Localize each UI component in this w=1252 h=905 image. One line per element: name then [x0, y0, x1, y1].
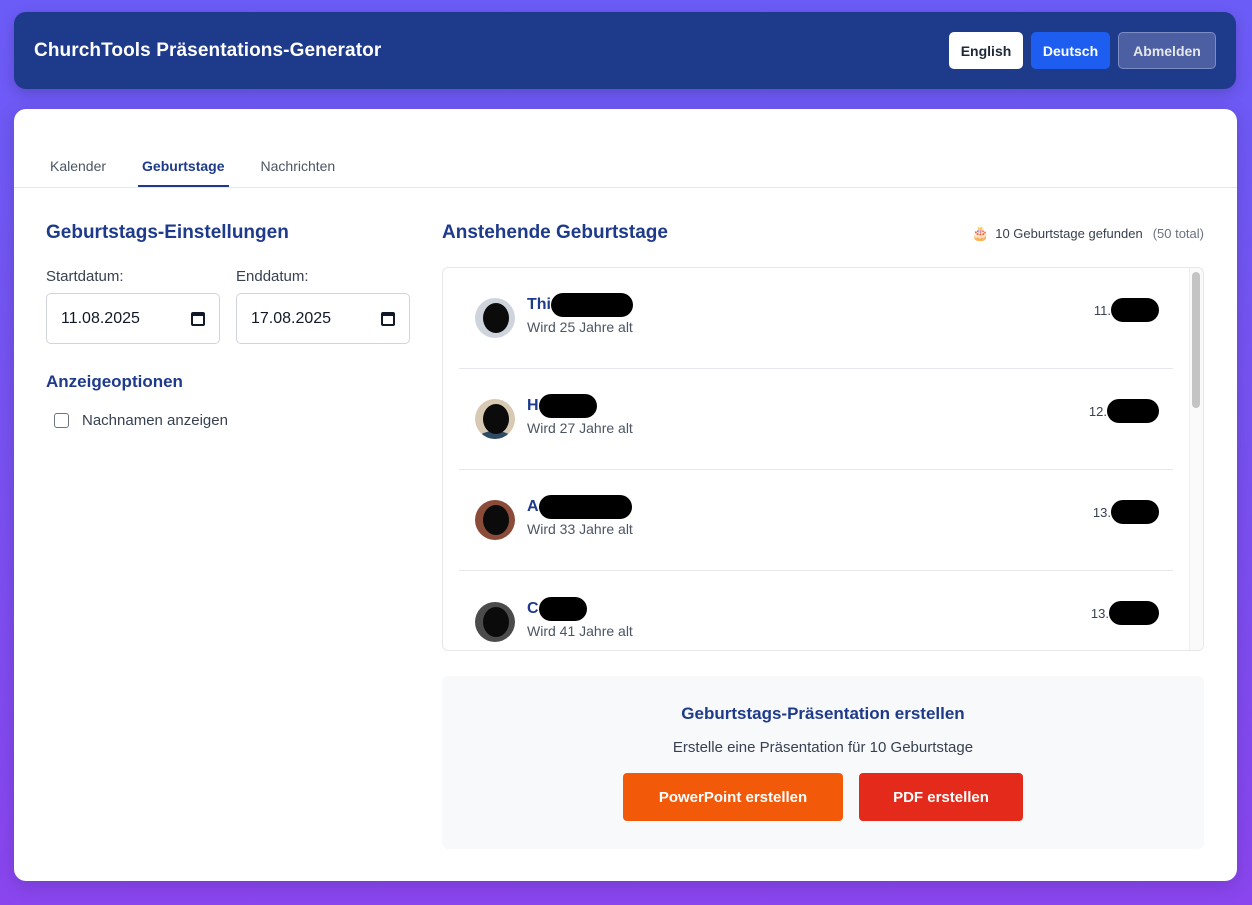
list-item: C Wird 41 Jahre alt 13. — [459, 571, 1173, 650]
cake-icon: 🎂 — [971, 224, 990, 241]
redaction — [1111, 298, 1159, 322]
english-button[interactable]: English — [949, 32, 1023, 69]
birthday-date: 13. — [1093, 500, 1159, 524]
redaction — [538, 495, 632, 519]
header-actions: English Deutsch Abmelden — [949, 32, 1216, 69]
birthday-date-text: 13. — [1090, 605, 1109, 621]
redaction — [1107, 399, 1159, 423]
logout-button[interactable]: Abmelden — [1118, 32, 1216, 69]
tab-nachrichten[interactable]: Nachrichten — [257, 158, 340, 187]
scrollbar-thumb[interactable] — [1192, 272, 1200, 408]
start-date-value: 11.08.2025 — [61, 309, 140, 327]
end-date-input[interactable]: 17.08.2025 — [236, 293, 410, 344]
start-date-label: Startdatum: — [46, 268, 124, 285]
birthday-date: 13. — [1091, 601, 1159, 625]
settings-title: Geburtstags-Einstellungen — [46, 222, 289, 243]
person-age: Wird 27 Jahre alt — [527, 420, 633, 436]
list-item: A Wird 33 Jahre alt 13. — [459, 470, 1173, 571]
list-item: Thi Wird 25 Jahre alt 11. — [459, 268, 1173, 369]
tab-bar: Kalender Geburtstage Nachrichten — [14, 109, 1237, 188]
app-header: ChurchTools Präsentations-Generator Engl… — [14, 12, 1236, 89]
create-actions: PowerPoint erstellen PDF erstellen — [442, 773, 1204, 821]
person-name-text: H — [527, 397, 539, 414]
person-name-text: Thi — [527, 296, 551, 313]
person-name-text: A — [527, 498, 539, 515]
person-name: Thi — [527, 293, 633, 317]
deutsch-button[interactable]: Deutsch — [1031, 32, 1110, 69]
calendar-icon[interactable] — [191, 311, 205, 326]
person-age: Wird 25 Jahre alt — [527, 319, 633, 335]
birthdays-title: Anstehende Geburtstage — [442, 222, 668, 243]
tab-geburtstage[interactable]: Geburtstage — [138, 158, 229, 187]
person-name: H — [527, 394, 633, 418]
show-lastname-checkbox[interactable] — [54, 413, 69, 428]
birthday-date-text: 12. — [1088, 403, 1107, 419]
avatar — [475, 601, 515, 642]
calendar-icon[interactable] — [381, 311, 395, 326]
create-presentation-panel: Geburtstags-Präsentation erstellen Erste… — [442, 676, 1204, 849]
birthdays-header: Anstehende Geburtstage 🎂 10 Geburtstage … — [442, 222, 1204, 244]
avatar — [475, 399, 515, 439]
create-pdf-button[interactable]: PDF erstellen — [859, 773, 1023, 821]
create-powerpoint-button[interactable]: PowerPoint erstellen — [623, 773, 843, 821]
avatar — [475, 500, 515, 540]
tab-kalender[interactable]: Kalender — [46, 158, 110, 187]
end-date-label: Enddatum: — [236, 268, 309, 285]
person-name: C — [527, 596, 633, 621]
start-date-group: Startdatum: 11.08.2025 — [46, 268, 220, 344]
person-age: Wird 41 Jahre alt — [527, 622, 633, 639]
settings-panel: Geburtstags-Einstellungen Startdatum: 11… — [46, 222, 410, 429]
birthday-date: 12. — [1089, 399, 1159, 423]
birthdays-panel: Anstehende Geburtstage 🎂 10 Geburtstage … — [442, 222, 1204, 651]
app-title: ChurchTools Präsentations-Generator — [34, 39, 382, 61]
date-row: Startdatum: 11.08.2025 Enddatum: 17.08.2… — [46, 268, 410, 344]
redaction — [1109, 601, 1159, 625]
create-subtitle: Erstelle eine Präsentation für 10 Geburt… — [672, 739, 974, 756]
person-name-text: C — [527, 599, 539, 617]
person-age: Wird 33 Jahre alt — [527, 521, 633, 537]
birthday-date: 11. — [1094, 298, 1159, 322]
list-scrollbar[interactable] — [1189, 268, 1203, 650]
avatar — [475, 298, 515, 338]
create-title: Geburtstags-Präsentation erstellen — [681, 704, 965, 723]
birthday-count: 🎂 10 Geburtstage gefunden (50 total) — [972, 225, 1204, 242]
redaction — [1111, 500, 1159, 524]
redaction — [551, 293, 633, 317]
options-title: Anzeigeoptionen — [46, 372, 183, 391]
total-count: (50 total) — [1152, 225, 1204, 241]
birthday-list-inner: Thi Wird 25 Jahre alt 11. H Wird 27 Jahr… — [443, 268, 1203, 650]
show-lastname-option[interactable]: Nachnamen anzeigen — [54, 412, 410, 429]
end-date-group: Enddatum: 17.08.2025 — [236, 268, 410, 344]
start-date-input[interactable]: 11.08.2025 — [46, 293, 220, 344]
list-item: H Wird 27 Jahre alt 12. — [459, 369, 1173, 470]
end-date-value: 17.08.2025 — [251, 309, 332, 327]
redaction — [538, 596, 587, 621]
birthday-date-text: 11. — [1093, 302, 1111, 318]
person-name: A — [527, 495, 633, 519]
main-card: Kalender Geburtstage Nachrichten Geburts… — [14, 109, 1237, 881]
birthday-list[interactable]: Thi Wird 25 Jahre alt 11. H Wird 27 Jahr… — [442, 267, 1204, 651]
show-lastname-label: Nachnamen anzeigen — [82, 412, 228, 429]
redaction — [538, 394, 597, 418]
birthday-date-text: 13. — [1092, 504, 1111, 520]
found-count: 10 Geburtstage gefunden — [995, 225, 1143, 241]
